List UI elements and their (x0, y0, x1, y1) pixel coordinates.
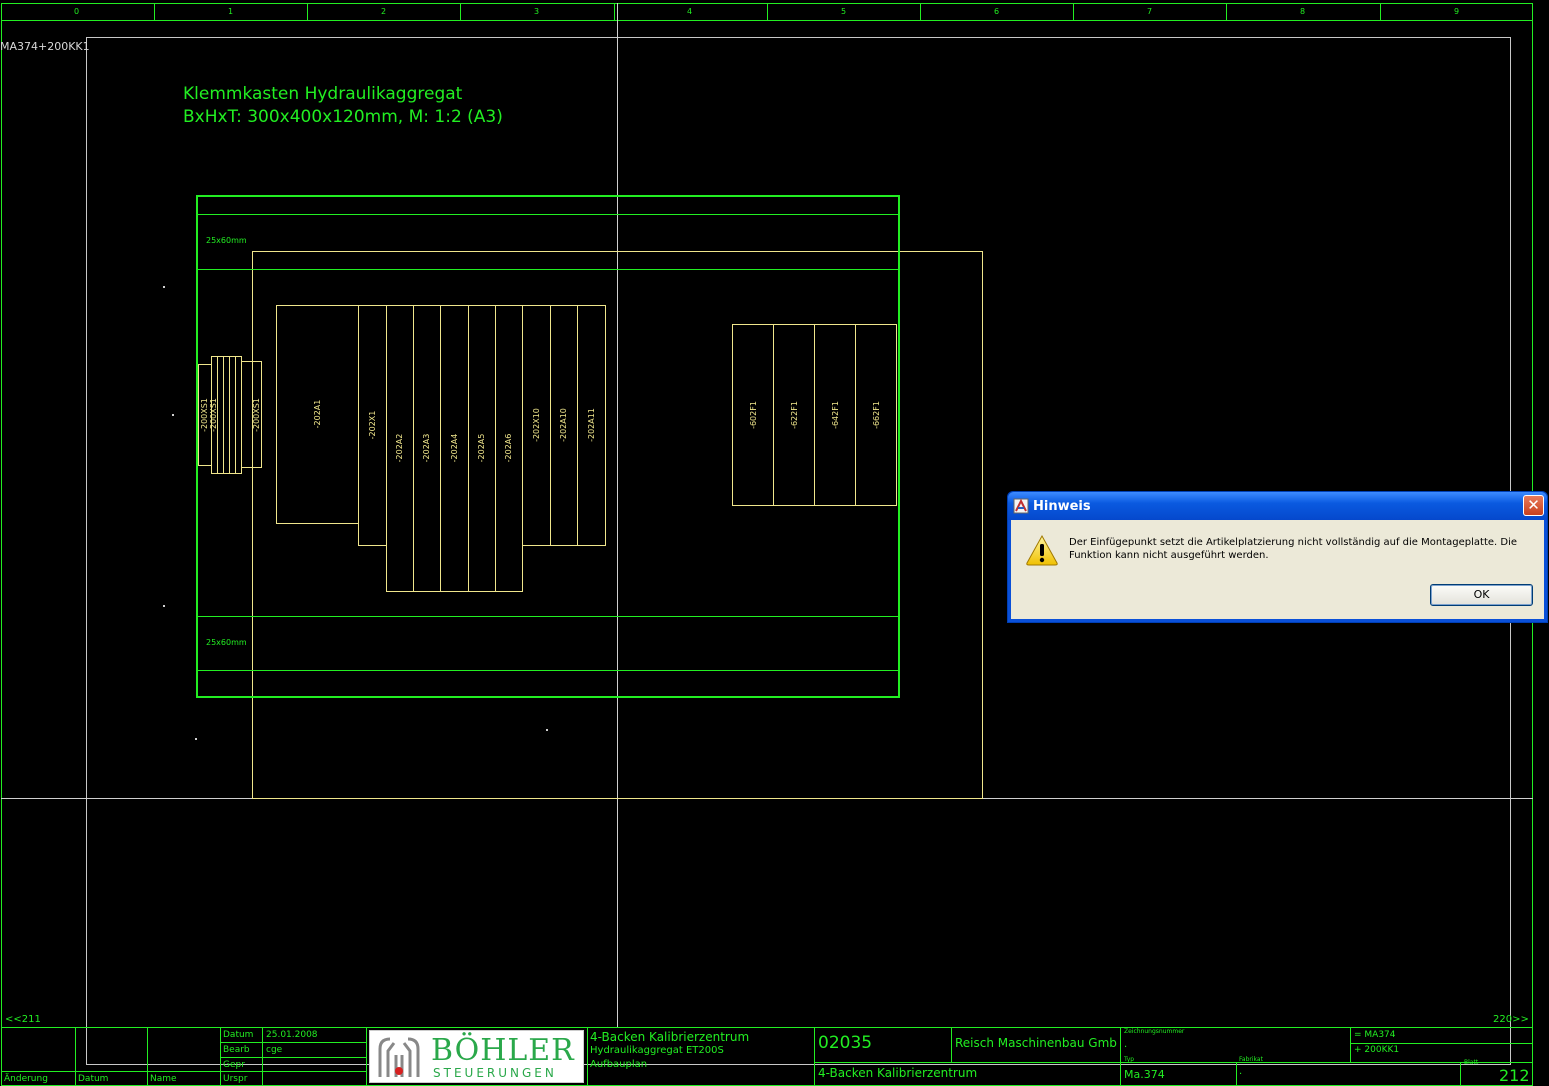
aenderung-column: Änderung (4, 1074, 48, 1084)
customer-name: Reisch Maschinenbau Gmb (955, 1036, 1117, 1050)
hinweis-dialog[interactable]: Hinweis ✕ Der Einfügepunkt setzt die Art… (1007, 491, 1548, 623)
column-number: 4 (687, 7, 693, 16)
drawing-id-label: MA374+200KK1 (0, 40, 90, 53)
datum-label: Datum (223, 1030, 254, 1040)
device-label[interactable]: -602F1 (749, 401, 758, 429)
bearb-label: Bearb (223, 1045, 250, 1055)
datum-column: Datum (78, 1074, 109, 1084)
column-number: 6 (994, 7, 1000, 16)
typ-value: Ma.374 (1124, 1068, 1165, 1081)
device-label[interactable]: -202A6 (504, 434, 513, 463)
drawing-subtitle: BxHxT: 300x400x120mm, M: 1:2 (A3) (183, 107, 503, 127)
name-column: Name (150, 1074, 177, 1084)
typ-label: Typ (1124, 1056, 1135, 1063)
column-number: 8 (1300, 7, 1306, 16)
zeichnungsnummer-label: Zeichnungsnummer (1124, 1028, 1185, 1035)
dialog-message: Der Einfügepunkt setzt die Artikelplatzi… (1069, 537, 1518, 561)
project-number: 02035 (818, 1033, 873, 1053)
close-icon: ✕ (1527, 496, 1540, 514)
column-number: 0 (74, 7, 80, 16)
column-number: 9 (1454, 7, 1460, 16)
device-label[interactable]: -202X1 (368, 411, 377, 440)
drawing-title: Klemmkasten Hydraulikaggregat (183, 84, 463, 104)
blatt-label: Blatt (1464, 1059, 1479, 1066)
blatt-value: 212 (1499, 1066, 1530, 1085)
terminal-label[interactable]: -200XS1 (200, 398, 209, 432)
close-button[interactable]: ✕ (1523, 495, 1544, 516)
duct-label-top: 25x60mm (206, 236, 247, 245)
description-line-1: 4-Backen Kalibrierzentrum (590, 1030, 750, 1044)
fabrikat-label: Fabrikat (1239, 1056, 1263, 1063)
urspr-column: Urspr (223, 1074, 248, 1084)
column-number: 3 (534, 7, 540, 16)
device-label[interactable]: -662F1 (872, 401, 881, 429)
dialog-title: Hinweis (1033, 499, 1091, 514)
device-label[interactable]: -202A5 (477, 434, 486, 463)
device-label[interactable]: -202A2 (395, 434, 404, 463)
ok-button[interactable]: OK (1430, 584, 1533, 606)
duct-label-bottom: 25x60mm (206, 638, 247, 647)
device-label[interactable]: -202A4 (450, 434, 459, 463)
project-name: 4-Backen Kalibrierzentrum (818, 1066, 978, 1080)
warning-icon (1026, 534, 1058, 566)
ort-value: + 200KK1 (1354, 1045, 1400, 1055)
device-label[interactable]: -642F1 (831, 401, 840, 429)
app-icon (1013, 498, 1029, 514)
column-number: 7 (1147, 7, 1153, 16)
logo-name: BÖHLER (431, 1033, 575, 1068)
anlage-value: = MA374 (1354, 1030, 1396, 1040)
logo-subname: STEUERUNGEN (433, 1066, 557, 1080)
gepr-label: Gepr (223, 1060, 245, 1070)
dialog-titlebar[interactable]: Hinweis ✕ (1008, 492, 1547, 520)
column-number: 2 (381, 7, 387, 16)
description-line-3: Aufbauplan (590, 1059, 648, 1070)
device-label[interactable]: -202A10 (559, 408, 568, 442)
next-page-link[interactable]: 220>> (1493, 1015, 1529, 1025)
description-line-2: Hydraulikaggregat ET200S (590, 1045, 724, 1056)
prev-page-link[interactable]: <<211 (5, 1015, 41, 1025)
device-label[interactable]: -202X10 (532, 408, 541, 442)
column-number: 5 (841, 7, 847, 16)
terminal-label[interactable]: -200XS1 (209, 398, 218, 432)
device-label[interactable]: -202A11 (587, 408, 596, 442)
device-label[interactable]: -622F1 (790, 401, 799, 429)
column-number: 1 (228, 7, 234, 16)
company-logo: BÖHLER STEUERUNGEN (369, 1030, 584, 1083)
device-label[interactable]: -202A3 (422, 434, 431, 463)
bearb-value: cge (266, 1045, 283, 1055)
device-label[interactable]: -202A1 (313, 400, 322, 429)
dialog-body: Der Einfügepunkt setzt die Artikelplatzi… (1011, 520, 1544, 619)
logo-mark-icon (378, 1037, 420, 1077)
zeichnungsnummer-value: . (1124, 1039, 1128, 1050)
terminal-label[interactable]: -200XS1 (252, 398, 261, 432)
datum-value: 25.01.2008 (266, 1030, 318, 1040)
fabrikat-value: . (1239, 1066, 1243, 1077)
